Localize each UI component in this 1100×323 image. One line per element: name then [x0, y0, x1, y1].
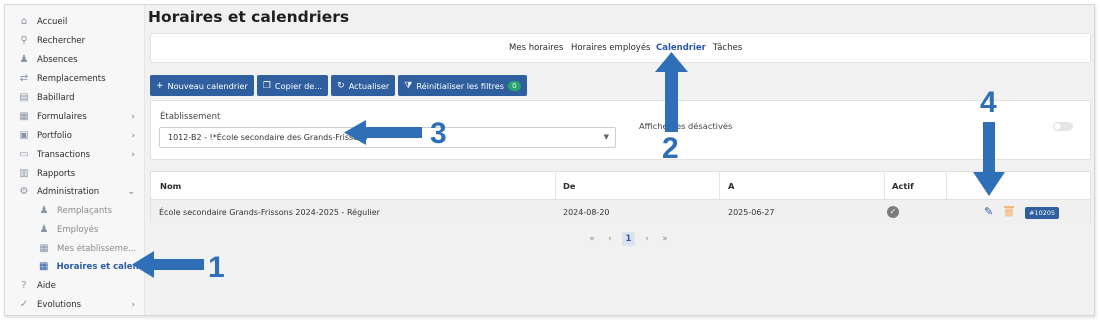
- annotation-1: 1: [208, 251, 225, 284]
- arrow-3: [344, 120, 422, 145]
- arrow-2: [655, 52, 688, 132]
- arrow-4: [973, 122, 1005, 196]
- arrow-1: [132, 251, 204, 278]
- annotation-3: 3: [430, 117, 447, 150]
- annotation-2: 2: [662, 132, 679, 165]
- annotation-arrows: [132, 52, 1005, 278]
- annotation-4: 4: [980, 86, 997, 119]
